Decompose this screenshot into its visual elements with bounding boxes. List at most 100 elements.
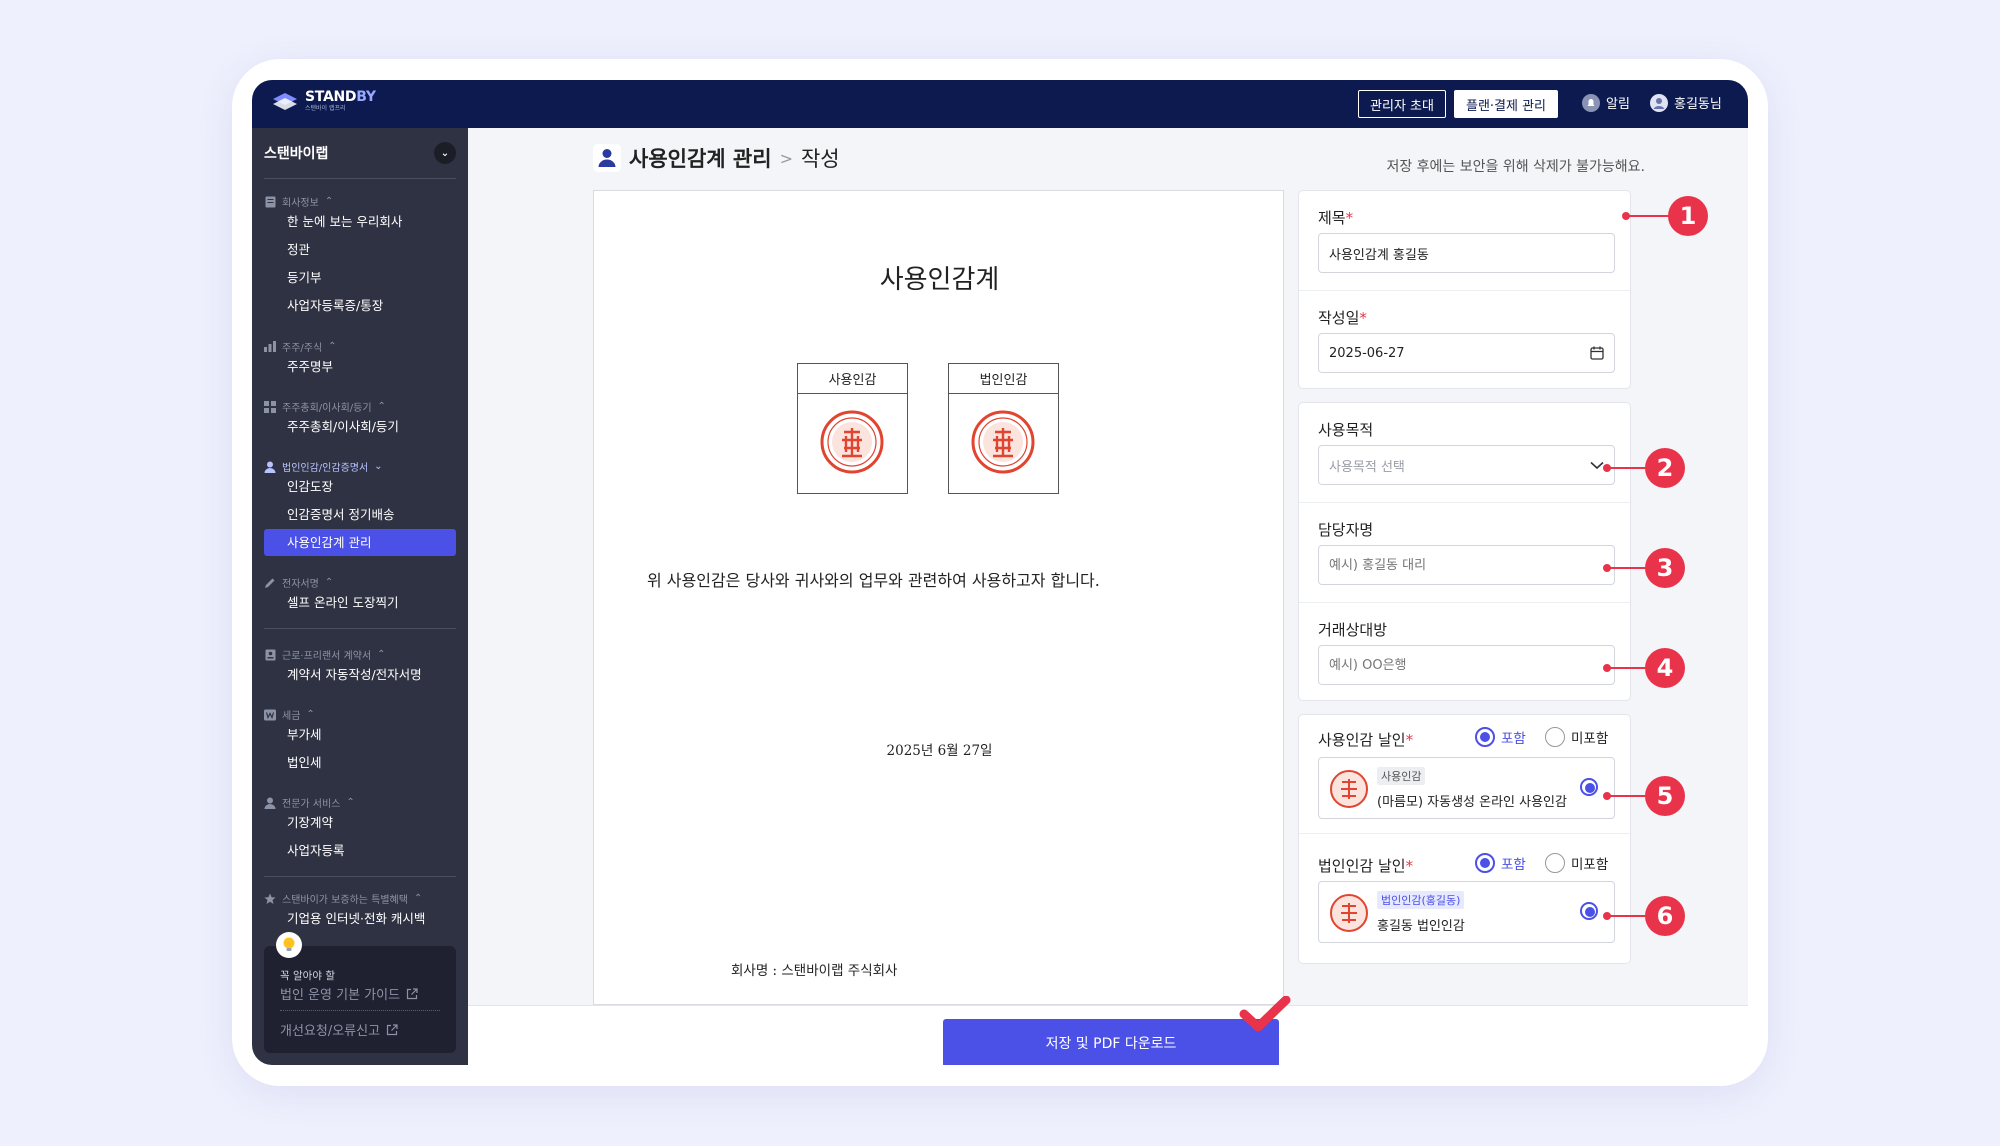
divider [264, 178, 456, 179]
purpose-label: 사용목적 [1318, 421, 1374, 439]
sidebar-item-registry[interactable]: 등기부 [287, 270, 322, 286]
sidebar-item-seal-certificate-delivery[interactable]: 인감증명서 정기배송 [287, 507, 394, 523]
chevron-down-icon: ⌄ [374, 461, 383, 472]
seal-use-tag: 사용인감 [1377, 767, 1426, 785]
partner-input[interactable] [1318, 645, 1615, 685]
tax-icon [264, 709, 276, 721]
title-input[interactable]: 사용인감계 홍길동 [1318, 233, 1615, 273]
external-link-icon [386, 1023, 398, 1035]
save-pdf-button[interactable]: 저장 및 PDF 다운로드 [943, 1019, 1279, 1065]
chevron-up-icon: ⌃ [324, 577, 334, 588]
seal-use-name: (마름모) 자동생성 온라인 사용인감 [1377, 795, 1567, 810]
logo-subtitle: 스탠바이 랩프리 [305, 105, 346, 112]
card-usage-details: 사용목적 사용목적 선택 담당자명 거래상대방 [1298, 402, 1631, 701]
top-bar: STANDBY 스탠바이 랩프리 관리자 초대 플랜·결제 관리 알림 홍길동님 [252, 80, 1748, 128]
seal-corp-tag: 법인인감(홍길동) [1377, 891, 1465, 909]
sidebar-section-contracts[interactable]: 근로·프리랜서 계약서 ⌃ [264, 647, 386, 662]
seal-corp-option[interactable]: 법인인감(홍길동) 홍길동 법인인감 [1318, 881, 1615, 943]
sidebar-item-business-registration[interactable]: 사업자등록증/통장 [287, 298, 383, 314]
logo-text-a: STAND [305, 89, 357, 105]
sidebar-item-online-stamp[interactable]: 셀프 온라인 도장찍기 [287, 595, 398, 611]
chevron-up-icon: ⌃ [346, 797, 355, 808]
sidebar-item-cashback[interactable]: 기업용 인터넷·전화 캐시백 [287, 911, 425, 927]
user-menu[interactable]: 홍길동님 [1650, 93, 1722, 112]
date-input[interactable]: 2025-06-27 [1318, 333, 1615, 373]
sidebar-item-bookkeeping[interactable]: 기장계약 [287, 815, 333, 831]
section-title: 세금 [282, 711, 301, 722]
person-icon [264, 461, 276, 473]
sidebar-item-seal-usage[interactable]: 사용인감계 관리 [287, 535, 371, 551]
expert-icon [264, 797, 276, 809]
seal-use-include-radio[interactable]: 포함 [1475, 727, 1526, 747]
sidebar-section-company-info[interactable]: 회사정보 ⌃ [264, 194, 333, 209]
radio-label: 포함 [1501, 731, 1526, 747]
sidebar-item-seal-stamp[interactable]: 인감도장 [287, 479, 333, 495]
sidebar-item-articles[interactable]: 정관 [287, 242, 310, 258]
company-switcher[interactable]: 스탠바이랩 ⌄ [264, 138, 456, 168]
sidebar-item-shareholder-registry[interactable]: 주주명부 [287, 359, 333, 375]
report-link[interactable]: 개선요청/오류신고 [280, 1020, 398, 1039]
guide-caption: 꼭 알아야 할 [280, 970, 335, 982]
seal-use-exclude-radio[interactable]: 미포함 [1545, 727, 1608, 747]
callout-leader [1607, 467, 1647, 469]
logo-text-b: BY [356, 89, 376, 105]
seal-use-label: 사용인감 날인* [1318, 731, 1414, 749]
seal-stamp-icon [1330, 894, 1368, 932]
sidebar-section-benefits[interactable]: 스탠바이가 보증하는 특별혜택 ⌃ [264, 891, 422, 906]
chevron-up-icon: ⌃ [306, 709, 315, 720]
seal-box-label: 법인인감 [949, 364, 1058, 394]
card-basic-info: 제목* 사용인감계 홍길동 작성일* 2025-06-27 [1298, 190, 1631, 389]
manager-input[interactable] [1318, 545, 1615, 585]
seal-use-option[interactable]: 사용인감 (마름모) 자동생성 온라인 사용인감 [1318, 757, 1615, 819]
sidebar-section-tax[interactable]: 세금 ⌃ [264, 707, 315, 722]
notifications-button[interactable]: 알림 [1582, 93, 1630, 112]
section-title: 회사정보 [282, 198, 319, 209]
callout-leader [1607, 567, 1647, 569]
sidebar-section-expert[interactable]: 전문가 서비스 ⌃ [264, 795, 355, 810]
seal-corp-exclude-radio[interactable]: 미포함 [1545, 853, 1608, 873]
sidebar-item-corporate-tax[interactable]: 법인세 [287, 755, 322, 771]
manager-label: 담당자명 [1318, 521, 1374, 539]
document-body: 위 사용인감은 당사와 귀사와의 업무와 관련하여 사용하고자 합니다. [647, 571, 1100, 590]
sidebar-section-meetings[interactable]: 주주총회/이사회/등기 ⌃ [264, 399, 386, 414]
sidebar-item-meetings[interactable]: 주주총회/이사회/등기 [287, 419, 399, 435]
sidebar-section-esign[interactable]: 전자서명 ⌃ [264, 575, 333, 590]
section-title: 주주총회/이사회/등기 [282, 403, 372, 414]
purpose-placeholder: 사용목적 선택 [1329, 459, 1405, 475]
sidebar-section-seal[interactable]: 법인인감/인감증명서 ⌄ [264, 459, 383, 474]
logo-mark-icon [273, 92, 297, 110]
callout-badge-3: 3 [1645, 548, 1685, 588]
document-icon [264, 196, 276, 208]
sidebar-item-business-register[interactable]: 사업자등록 [287, 843, 345, 859]
divider [280, 1010, 440, 1011]
seal-stamp-icon [820, 410, 884, 474]
main-content: 사용인감계 관리 > 작성 저장 후에는 보안을 위해 삭제가 불가능해요. 사… [468, 128, 1748, 1065]
sidebar-item-company-overview[interactable]: 한 눈에 보는 우리회사 [287, 214, 402, 230]
title-value: 사용인감계 홍길동 [1329, 247, 1429, 263]
sidebar-section-shareholders[interactable]: 주주/주식 ⌃ [264, 339, 337, 354]
invite-admin-button[interactable]: 관리자 초대 [1358, 90, 1446, 118]
action-footer: 저장 및 PDF 다운로드 [468, 996, 1748, 1065]
date-label: 작성일* [1318, 309, 1367, 327]
radio-label: 미포함 [1571, 857, 1609, 873]
page-title: 사용인감계 관리 [629, 147, 772, 171]
plan-billing-button[interactable]: 플랜·결제 관리 [1454, 90, 1558, 118]
star-icon [264, 893, 276, 905]
guide-link[interactable]: 법인 운영 기본 가이드 [280, 984, 418, 1003]
sidebar-item-contract-auto[interactable]: 계약서 자동작성/전자서명 [287, 667, 422, 683]
chevron-down-icon[interactable]: ⌄ [434, 142, 456, 164]
callout-badge-4: 4 [1645, 648, 1685, 688]
seal-corp-include-radio[interactable]: 포함 [1475, 853, 1526, 873]
sidebar-item-vat[interactable]: 부가세 [287, 727, 322, 743]
report-link-label: 개선요청/오류신고 [280, 1024, 381, 1039]
card-seal-options: 사용인감 날인* 포함 미포함 사용인감 (마름모) 자동생성 온라인 사용인감… [1298, 714, 1631, 964]
purpose-select[interactable]: 사용목적 선택 [1318, 445, 1615, 485]
breadcrumb: 사용인감계 관리 > 작성 [593, 143, 840, 173]
calendar-icon[interactable] [1590, 346, 1604, 360]
callout-leader [1607, 915, 1647, 917]
logo[interactable]: STANDBY 스탠바이 랩프리 [272, 90, 376, 113]
chevron-down-icon [1590, 461, 1604, 469]
app-screen: STANDBY 스탠바이 랩프리 관리자 초대 플랜·결제 관리 알림 홍길동님… [252, 80, 1748, 1065]
company-name: 스탠바이랩 [264, 146, 329, 162]
bell-icon [1582, 93, 1600, 112]
